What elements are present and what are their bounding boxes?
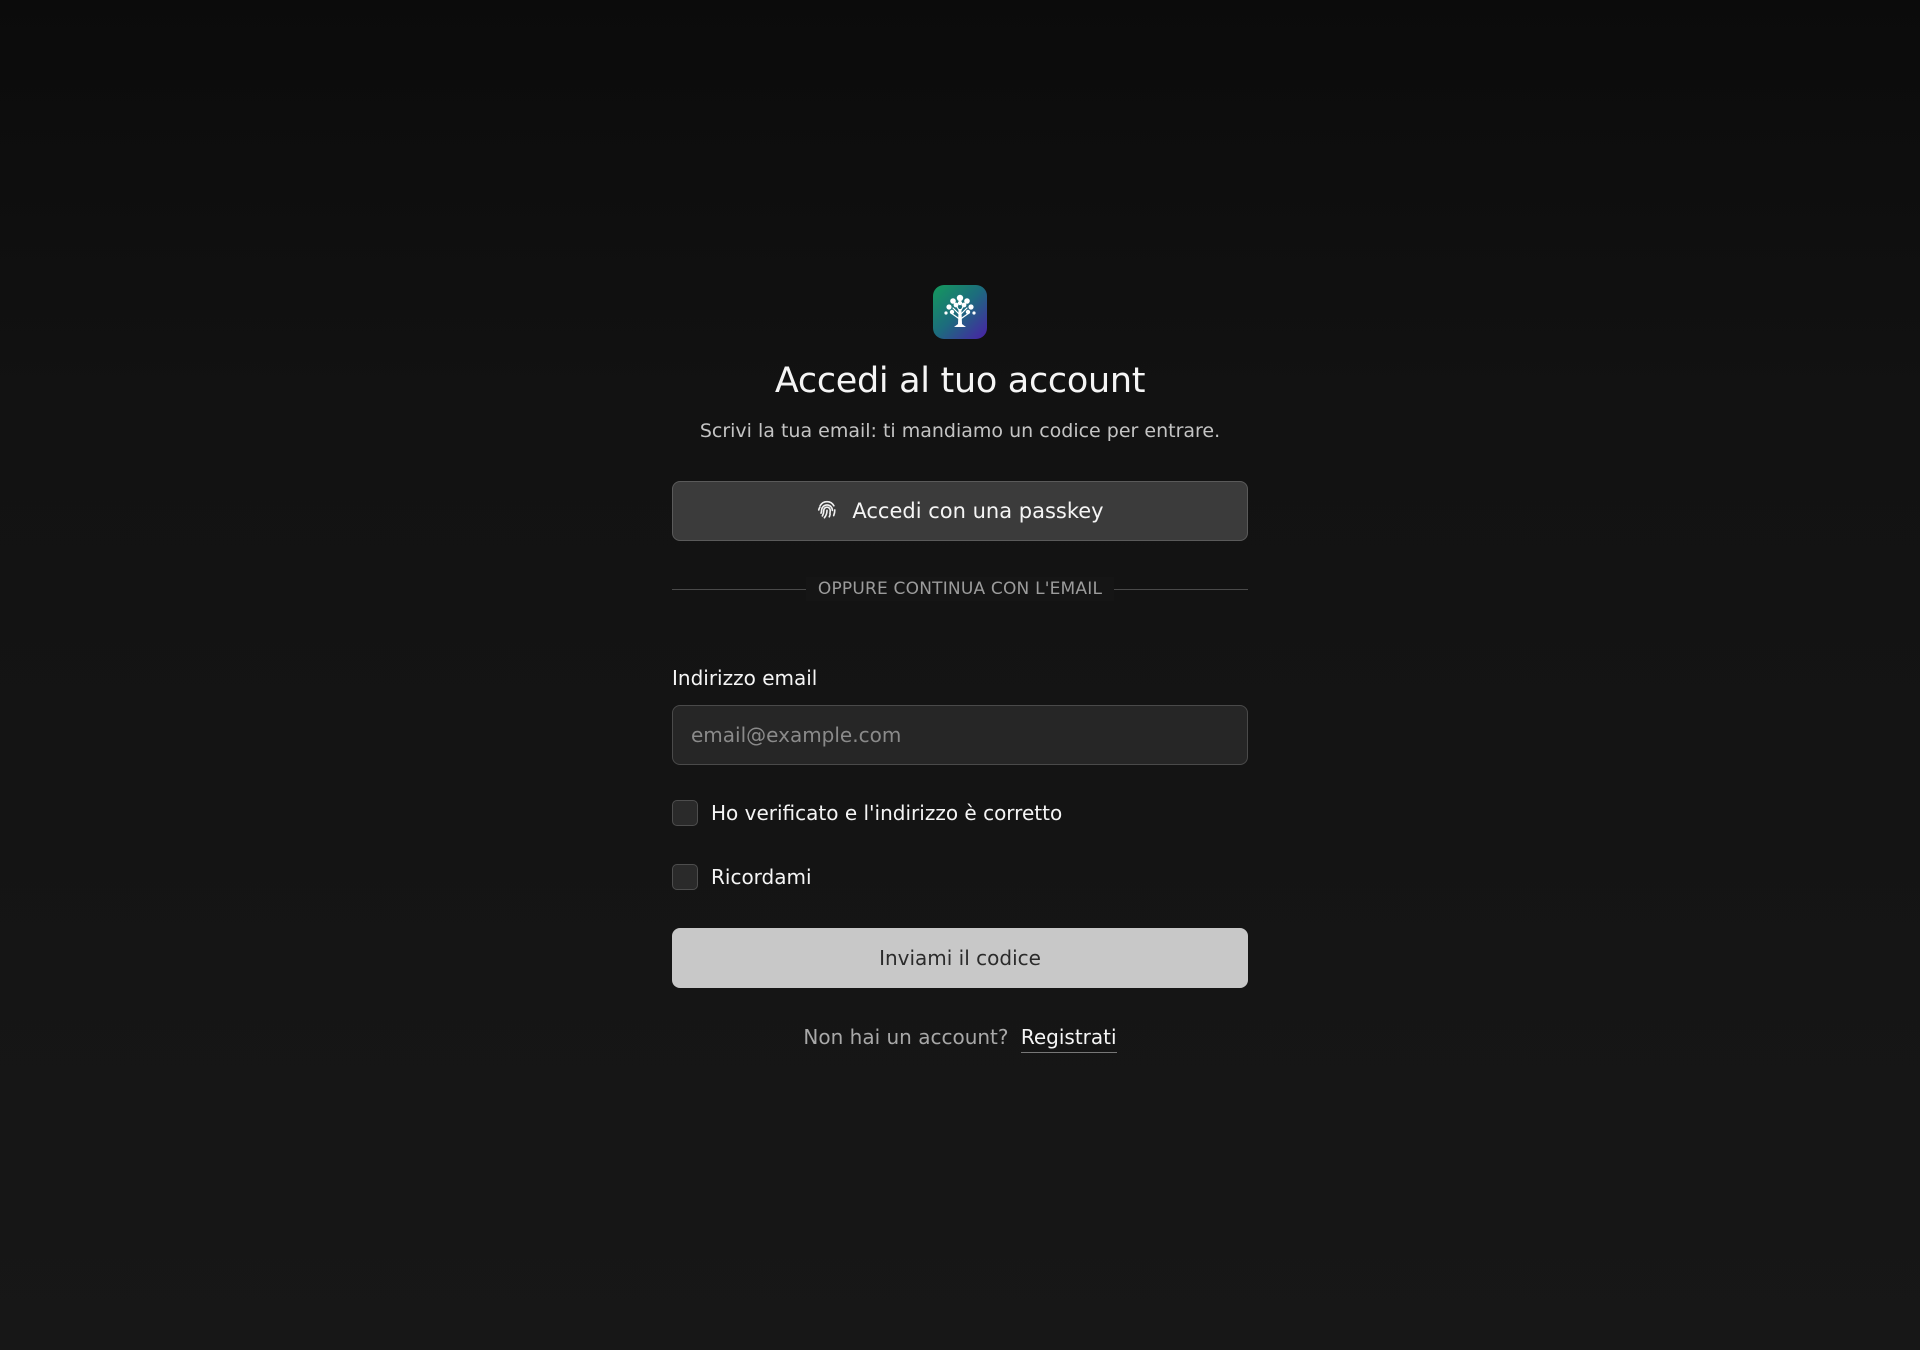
email-label: Indirizzo email [672, 666, 818, 690]
divider-text: OPPURE CONTINUA CON L'EMAIL [805, 577, 1115, 601]
divider-line-left [672, 588, 806, 590]
fingerprint-icon [816, 498, 838, 525]
divider: OPPURE CONTINUA CON L'EMAIL [672, 577, 1248, 601]
passkey-button-label: Accedi con una passkey [852, 499, 1104, 523]
verified-checkbox[interactable] [672, 800, 698, 826]
tree-icon [942, 291, 978, 333]
signup-link[interactable]: Registrati [1020, 1025, 1117, 1053]
remember-checkbox[interactable] [672, 864, 698, 890]
signup-text: Non hai un account? [803, 1025, 1009, 1049]
divider-line-right [1114, 588, 1248, 590]
remember-checkbox-row[interactable]: Ricordami [672, 864, 1248, 890]
page-subtitle: Scrivi la tua email: ti mandiamo un codi… [699, 420, 1221, 442]
signup-row: Non hai un account? Registrati [672, 1025, 1248, 1053]
verified-checkbox-label: Ho verificato e l'indirizzo è corretto [711, 801, 1063, 825]
app-logo [933, 285, 987, 339]
send-code-button[interactable]: Inviami il codice [672, 928, 1248, 988]
verified-checkbox-row[interactable]: Ho verificato e l'indirizzo è corretto [672, 800, 1248, 826]
remember-checkbox-label: Ricordami [711, 865, 812, 889]
login-form: Accedi al tuo account Scrivi la tua emai… [672, 285, 1248, 1053]
passkey-button[interactable]: Accedi con una passkey [672, 481, 1248, 541]
email-input[interactable] [672, 705, 1248, 765]
page-title: Accedi al tuo account [774, 361, 1146, 401]
